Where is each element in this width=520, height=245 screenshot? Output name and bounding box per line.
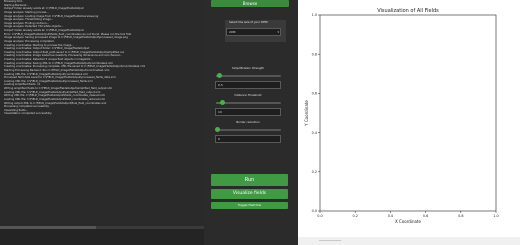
dem-size-select[interactable]: 20M ▾ — [226, 28, 281, 36]
log-output[interactable]: Browsing fold... Starting Backend... Outpu… — [4, 0, 184, 228]
dem-size-value: 20M — [229, 30, 236, 34]
plot-toolbar — [298, 237, 520, 245]
border-reduction-slider-track[interactable] — [216, 129, 281, 131]
distance-label: Distance Threshold — [234, 93, 262, 97]
distance-slider-handle[interactable] — [220, 100, 225, 105]
run-button[interactable]: Run — [211, 174, 288, 186]
distance-input[interactable]: 10 — [215, 108, 281, 116]
browse-button[interactable]: Browse — [211, 0, 289, 7]
app-window: Browsing fold... Starting Backend... Outpu… — [0, 0, 520, 245]
distance-slider-track[interactable] — [216, 102, 281, 104]
log-line: Visualization completed successfully. — [4, 112, 52, 116]
chevron-down-icon: ▾ — [277, 30, 279, 34]
chart-title: Visualization of All Fields — [377, 8, 439, 14]
plot-panel — [298, 0, 520, 245]
simplification-label: Simplification Strength — [232, 66, 264, 70]
border-reduction-label: Border reduction — [236, 120, 260, 124]
log-panel: Browsing fold... Starting Backend... Outpu… — [0, 0, 204, 229]
visualize-fields-button[interactable]: Visualize fields — [211, 189, 288, 199]
plot-toolbar-divider — [319, 240, 341, 241]
toggle-field-ids-button[interactable]: Toggle Field IDs — [211, 202, 288, 209]
border-reduction-slider-handle[interactable] — [214, 127, 220, 132]
status-strip — [0, 229, 204, 245]
border-reduction-input[interactable]: 0 — [215, 135, 281, 143]
simplification-input[interactable]: 0.5 — [215, 81, 281, 89]
dem-size-label: Select the size of your DEM: — [229, 20, 269, 24]
simplification-slider-handle[interactable] — [216, 73, 222, 78]
simplification-slider-track[interactable] — [216, 75, 281, 77]
